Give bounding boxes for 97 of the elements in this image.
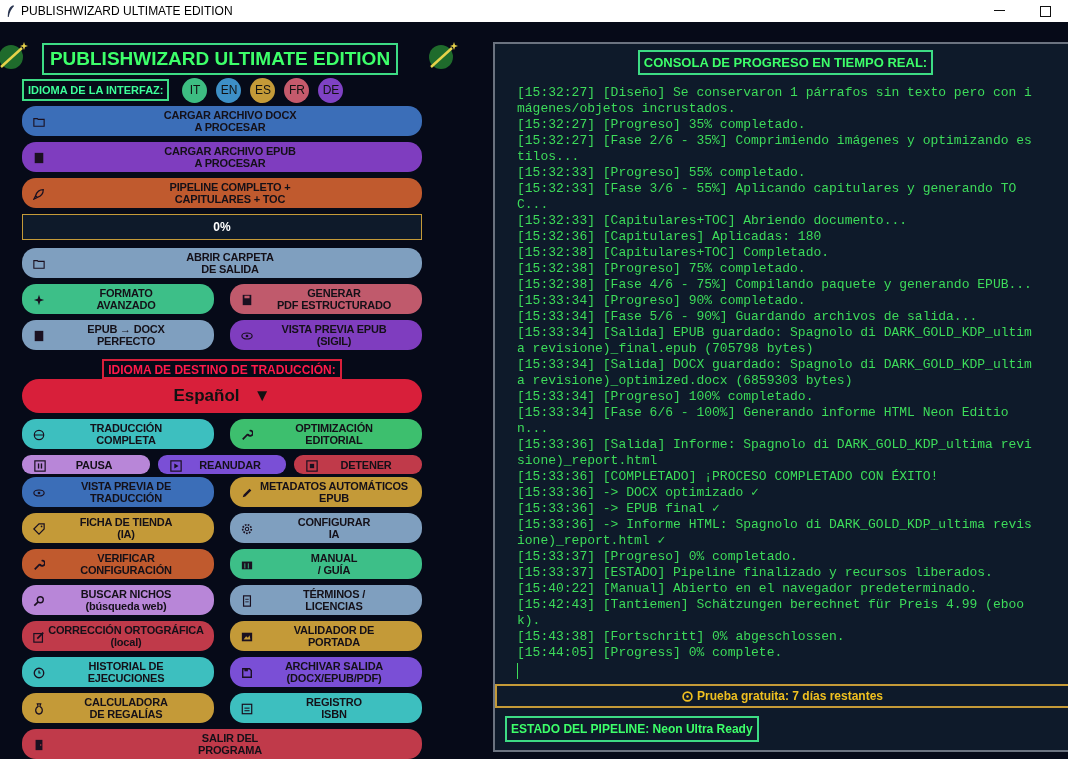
action-button[interactable]: VERIFICAR CONFIGURACIÓN xyxy=(22,549,214,579)
log-line: [15:33:36] [Salida] Informe: Spagnolo di DARK_GOLD_KDP_ultima revisione)_report.html xyxy=(517,437,1033,469)
eye-icon xyxy=(241,330,253,342)
log-line: [15:33:36] [COMPLETADO] ¡PROCESO COMPLETADO CON ÉXITO! xyxy=(517,469,940,485)
action-button[interactable]: TRADUCCIÓN COMPLETA xyxy=(22,419,214,449)
action-button[interactable]: EPUB → DOCX PERFECTO xyxy=(22,320,214,350)
log-line: [15:40:22] [Manual] Abierto en el navegador predeterminado. xyxy=(517,581,979,597)
feather-icon xyxy=(6,3,15,19)
columns-icon xyxy=(241,559,253,571)
section-heading: IDIOMA DE DESTINO DE TRADUCCIÓN: xyxy=(102,359,342,379)
folder-icon xyxy=(33,258,45,270)
scroll-icon xyxy=(241,595,253,607)
action-button[interactable]: DETENER xyxy=(294,455,422,474)
log-line: [15:33:34] [Salida] DOCX guardado: Spagnolo di DARK_GOLD_KDP_ultima revisione)_optimized.docx (6859303 bytes) xyxy=(517,357,1033,389)
log-line: [15:32:38] [Fase 4/6 - 75%] Compilando paquete y generando EPUB... xyxy=(517,277,1033,293)
log-line: [15:33:36] -> Informe HTML: Spagnolo di DARK_GOLD_KDP_ultima revisione)_report.html ✓ xyxy=(517,517,1033,549)
log-line: [15:43:38] [Fortschritt] 0% abgeschlossen. xyxy=(517,629,846,645)
action-button[interactable]: FICHA DE TIENDA (IA) xyxy=(22,513,214,543)
log-line: [15:32:38] [Progreso] 75% completado. xyxy=(517,261,807,277)
action-button[interactable]: BUSCAR NICHOS (búsqueda web) xyxy=(22,585,214,615)
settings-icon xyxy=(241,523,253,535)
clock-icon xyxy=(681,690,693,702)
folder-icon xyxy=(33,116,45,128)
book-icon xyxy=(33,152,45,164)
language-button[interactable]: IT xyxy=(182,77,208,103)
action-button[interactable]: VALIDADOR DE PORTADA xyxy=(230,621,422,651)
play-icon xyxy=(170,459,182,472)
edit-icon xyxy=(33,631,45,643)
log-line: [15:33:34] [Progreso] 100% completado. xyxy=(517,389,815,405)
interface-language-label: IDIOMA DE LA INTERFAZ: xyxy=(22,79,170,101)
window-title: PUBLISHWIZARD ULTIMATE EDITION xyxy=(21,4,233,18)
book-icon xyxy=(33,330,45,342)
action-button[interactable]: ARCHIVAR SALIDA (DOCX/EPUB/PDF) xyxy=(230,657,422,687)
log-line: [15:33:34] [Salida] EPUB guardado: Spagnolo di DARK_GOLD_KDP_ultima revisione)_final.epub (705798 bytes) xyxy=(517,325,1033,357)
app-title: PUBLISHWIZARD ULTIMATE EDITION xyxy=(41,43,399,75)
action-button[interactable]: ABRIR CARPETA DE SALIDA xyxy=(22,248,422,278)
language-button[interactable]: ES xyxy=(250,77,276,103)
text-cursor xyxy=(517,663,518,679)
action-button[interactable]: VISTA PREVIA DE TRADUCCIÓN xyxy=(22,477,214,507)
action-button[interactable]: METADATOS AUTOMÁTICOS EPUB xyxy=(230,477,422,507)
action-button[interactable]: PIPELINE COMPLETO + CAPITULARES + TOC xyxy=(22,178,422,208)
pen-icon xyxy=(241,487,253,499)
save-icon xyxy=(241,667,253,679)
action-button[interactable]: FORMATO AVANZADO xyxy=(22,284,214,314)
log-line: [15:32:36] [Capitulares] Aplicadas: 180 xyxy=(517,229,823,245)
action-button[interactable]: SALIR DEL PROGRAMA xyxy=(22,729,422,759)
log-line: [15:33:37] [Progreso] 0% completado. xyxy=(517,549,799,565)
minimize-icon xyxy=(993,10,1005,12)
log-line: [15:33:36] -> EPUB final ✓ xyxy=(517,501,721,517)
trial-text: Prueba gratuita: 7 días restantes xyxy=(696,689,884,703)
action-button[interactable]: GENERAR PDF ESTRUCTURADO xyxy=(230,284,422,314)
log-line: [15:44:05] [Progress] 0% complete. xyxy=(517,645,784,661)
image-icon xyxy=(241,631,253,643)
action-button[interactable]: CALCULADORA DE REGALÍAS xyxy=(22,693,214,723)
sparkle-icon xyxy=(33,294,45,306)
action-button[interactable]: HISTORIAL DE EJECUCIONES xyxy=(22,657,214,687)
globe-icon xyxy=(33,429,45,441)
wand-icon xyxy=(0,40,28,70)
pause-icon xyxy=(34,459,46,472)
log-line: [15:33:34] [Fase 5/6 - 90%] Guardando archivos de salida... xyxy=(517,309,979,325)
action-button[interactable]: REGISTRO ISBN xyxy=(230,693,422,723)
log-line: [15:32:27] [Progreso] 35% completado. xyxy=(517,117,807,133)
search-icon xyxy=(33,595,45,607)
log-line: [15:33:34] [Progreso] 90% completado. xyxy=(517,293,807,309)
console-title: CONSOLA DE PROGRESO EN TIEMPO REAL: xyxy=(637,50,934,75)
door-icon xyxy=(33,739,45,751)
eye-icon xyxy=(33,487,45,499)
log-line: [15:32:38] [Capitulares+TOC] Completado. xyxy=(517,245,831,261)
action-button[interactable]: CORRECCIÓN ORTOGRÁFICA (local) xyxy=(22,621,214,651)
action-button[interactable]: CONFIGURAR IA xyxy=(230,513,422,543)
log-line: [15:33:34] [Fase 6/6 - 100%] Generando informe HTML Neon Edition... xyxy=(517,405,1010,437)
log-line: [15:42:43] [Tantiemen] Schätzungen berechnet für Preis 4.99 (ebook). xyxy=(517,597,1026,629)
action-button[interactable]: TÉRMINOS / LICENCIAS xyxy=(230,585,422,615)
language-dropdown[interactable]: Español ▼ xyxy=(22,379,422,413)
action-button[interactable]: MANUAL / GUÍA xyxy=(230,549,422,579)
wand-icon xyxy=(428,40,458,70)
language-button[interactable]: EN xyxy=(216,77,242,103)
stop-icon xyxy=(306,459,318,472)
action-button[interactable]: CARGAR ARCHIVO DOCX A PROCESAR xyxy=(22,106,422,136)
language-button[interactable]: FR xyxy=(284,77,310,103)
log-line: [15:32:27] [Fase 2/6 - 35%] Comprimiendo imágenes y optimizando estilos... xyxy=(517,133,1033,165)
log-line: [15:33:37] [ESTADO] Pipeline finalizado y recursos liberados. xyxy=(517,565,994,581)
action-button[interactable]: OPTIMIZACIÓN EDITORIAL xyxy=(230,419,422,449)
progress-percent: 0% xyxy=(213,220,231,234)
pipeline-status: ESTADO DEL PIPELINE: Neon Ultra Ready xyxy=(505,716,759,742)
log-line: [15:32:33] [Progreso] 55% completado. xyxy=(517,165,807,181)
action-button[interactable]: PAUSA xyxy=(22,455,150,474)
log-line: [15:32:33] [Fase 3/6 - 55%] Aplicando capitulares y generando TOC... xyxy=(517,181,1018,213)
clock-icon xyxy=(33,667,45,679)
log-line: [15:32:27] [Diseño] Se conservaron 1 párrafos sin texto pero con imágenes/objetos incrustados. xyxy=(517,85,1033,117)
log-line: [15:32:33] [Capitulares+TOC] Abriendo documento... xyxy=(517,213,909,229)
tag-icon xyxy=(33,523,45,535)
action-button[interactable]: REANUDAR xyxy=(158,455,286,474)
log-line: [15:33:36] -> DOCX optimizado ✓ xyxy=(517,485,760,501)
bag-icon xyxy=(33,703,45,715)
maximize-icon xyxy=(1039,5,1051,17)
card-icon xyxy=(241,703,253,715)
